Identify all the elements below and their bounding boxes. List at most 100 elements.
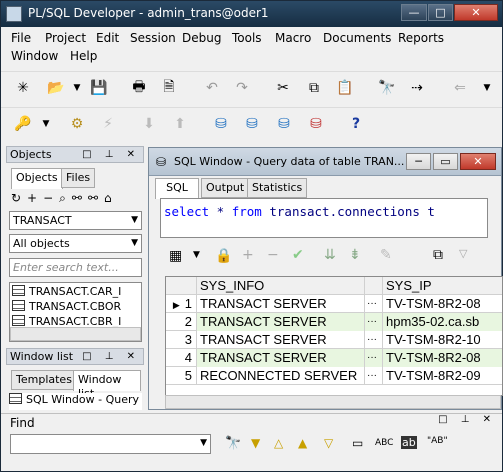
tab-window-list[interactable]: Window list — [73, 370, 141, 400]
table-row[interactable]: ▶ 1 TRANSACT SERVER ··· TV-TSM-8R2-08 — [166, 295, 502, 313]
objects-toolbar-icons[interactable]: ↻+−⌕⚯⚯⌂ — [11, 191, 118, 206]
minimize-button[interactable]: — — [401, 4, 427, 21]
cell-sys-info[interactable]: RECONNECTED SERVER — [197, 367, 365, 385]
list-item[interactable]: TRANSACT.CAR_I — [12, 285, 121, 300]
table-row[interactable]: 3 TRANSACT SERVER ··· TV-TSM-8R2-10 — [166, 331, 502, 349]
goto-dropdown-icon[interactable]: ▼ — [477, 78, 497, 98]
menu-session[interactable]: Session — [130, 31, 176, 45]
post-check-icon[interactable]: ✔ — [292, 247, 304, 263]
menu-tools[interactable]: Tools — [232, 31, 262, 45]
match-case-button[interactable]: ABC — [375, 438, 393, 448]
panel-controls-icon[interactable]: □ ⊥ ✕ — [438, 414, 496, 425]
objects-scrollbar[interactable] — [10, 327, 141, 341]
sql-close-button[interactable]: ✕ — [460, 153, 496, 170]
table-row[interactable]: 5 RECONNECTED SERVER ··· TV-TSM-8R2-09 — [166, 367, 502, 385]
find-previous-up-icon[interactable]: △ — [274, 436, 283, 450]
find-input[interactable]: ▼ — [10, 434, 211, 454]
find-next-down-icon[interactable]: ▼ — [251, 436, 260, 450]
tab-output[interactable]: Output — [201, 178, 250, 198]
sql-db-icon[interactable]: ⛁ — [242, 114, 262, 134]
paste-icon[interactable]: 📋 — [335, 78, 355, 98]
db-connect-icon[interactable]: ⛁ — [274, 114, 294, 134]
key-icon[interactable]: 🔑 — [13, 114, 33, 134]
regex-icon[interactable]: ab — [401, 436, 417, 449]
cell-sys-info[interactable]: TRANSACT SERVER — [197, 313, 365, 331]
copy-icon[interactable]: ⧉ — [304, 78, 324, 98]
menu-documents[interactable]: Documents — [323, 31, 391, 45]
menu-window[interactable]: Window — [11, 49, 58, 63]
schema-select[interactable]: TRANSACT ▼ — [9, 211, 142, 230]
cell-ellipsis-button[interactable]: ··· — [365, 349, 383, 367]
delete-row-icon[interactable]: − — [267, 247, 279, 263]
chevron-down-icon[interactable]: ▽ — [459, 247, 467, 260]
cell-sys-info[interactable]: TRANSACT SERVER — [197, 349, 365, 367]
window-list-item[interactable]: SQL Window - Query — [9, 393, 142, 410]
cell-ellipsis-button[interactable]: ··· — [365, 331, 383, 349]
cell-sys-info[interactable]: TRANSACT SERVER — [197, 295, 365, 313]
menu-edit[interactable]: Edit — [96, 31, 119, 45]
panel-controls-icon[interactable]: □ ⊥ ✕ — [82, 349, 140, 364]
cell-sys-ip[interactable]: TV-TSM-8R2-08 — [383, 295, 502, 313]
grid-layout-dropdown-icon[interactable]: ▼ — [193, 250, 200, 260]
close-button[interactable]: ✕ — [454, 4, 498, 21]
cell-sys-ip[interactable]: TV-TSM-8R2-08 — [383, 349, 502, 367]
open-dropdown-icon[interactable]: ▼ — [67, 78, 87, 98]
sql-editor[interactable]: select * from transact.connections t — [160, 198, 488, 238]
print-icon[interactable]: 🖶 — [129, 78, 149, 98]
find-next-icon[interactable]: ⇢ — [407, 78, 427, 98]
execute-gear-icon[interactable]: ⚙ — [67, 114, 87, 134]
menu-file[interactable]: File — [11, 31, 31, 45]
print-preview-icon[interactable]: 🗎 — [159, 78, 179, 98]
query-by-example-icon[interactable]: ✎ — [380, 247, 392, 263]
maximize-button[interactable]: □ — [428, 4, 453, 21]
whole-word-quoted-button[interactable]: "AB" — [427, 436, 448, 446]
tab-objects[interactable]: Objects — [11, 168, 63, 189]
highlight-up-icon[interactable]: ▲ — [298, 436, 307, 450]
column-header-sys-info[interactable]: SYS_INFO — [197, 277, 365, 295]
panel-controls-icon[interactable]: □ ⊥ ✕ — [82, 147, 140, 162]
grid-horizontal-scrollbar[interactable] — [165, 395, 501, 409]
cell-sys-info[interactable]: TRANSACT SERVER — [197, 331, 365, 349]
cell-sys-ip[interactable]: TV-TSM-8R2-09 — [383, 367, 502, 385]
column-header-sys-ip[interactable]: SYS_IP — [383, 277, 502, 295]
commit-icon[interactable]: ⬇ — [139, 114, 159, 134]
break-icon[interactable]: ⚡ — [98, 114, 118, 134]
rollback-icon[interactable]: ⬆ — [170, 114, 190, 134]
table-row[interactable]: 4 TRANSACT SERVER ··· TV-TSM-8R2-08 — [166, 349, 502, 367]
menu-help[interactable]: Help — [70, 49, 97, 63]
cell-ellipsis-button[interactable]: ··· — [365, 367, 383, 385]
menu-debug[interactable]: Debug — [182, 31, 221, 45]
sql-minimize-button[interactable]: ─ — [406, 153, 431, 170]
highlight-down-icon[interactable]: ▽ — [324, 436, 333, 450]
object-filter-select[interactable]: All objects ▼ — [9, 234, 142, 253]
db-icon[interactable]: ⛁ — [211, 114, 231, 134]
column-ellipsis[interactable] — [365, 277, 383, 295]
fetch-last-icon[interactable]: ⇟ — [349, 247, 361, 263]
cut-icon[interactable]: ✂ — [273, 78, 293, 98]
menu-project[interactable]: Project — [45, 31, 86, 45]
undo-icon[interactable]: ↶ — [202, 78, 222, 98]
menu-macro[interactable]: Macro — [275, 31, 311, 45]
key-dropdown-icon[interactable]: ▼ — [36, 114, 56, 134]
whole-word-icon[interactable]: ▭ — [352, 436, 363, 450]
lock-icon[interactable]: 🔒 — [215, 248, 232, 264]
redo-icon[interactable]: ↷ — [232, 78, 252, 98]
sql-restore-button[interactable]: ▭ — [433, 153, 458, 170]
goto-icon[interactable]: ⇐ — [450, 78, 470, 98]
db-disconnect-icon[interactable]: ⛁ — [306, 114, 326, 134]
find-binoculars-icon[interactable]: 🔭 — [225, 436, 241, 451]
menu-reports[interactable]: Reports — [398, 31, 444, 45]
tab-files[interactable]: Files — [61, 168, 96, 188]
cell-ellipsis-button[interactable]: ··· — [365, 313, 383, 331]
tab-statistics[interactable]: Statistics — [247, 178, 308, 198]
tab-sql[interactable]: SQL — [155, 178, 199, 199]
fetch-next-icon[interactable]: ⇊ — [324, 247, 336, 263]
add-row-icon[interactable]: + — [242, 247, 254, 263]
cell-sys-ip[interactable]: TV-TSM-8R2-10 — [383, 331, 502, 349]
find-icon[interactable]: 🔭 — [377, 78, 397, 98]
new-icon[interactable]: ✳ — [13, 78, 33, 98]
cell-sys-ip[interactable]: hpm35-02.ca.sb — [383, 313, 502, 331]
list-item[interactable]: TRANSACT.CBOR — [12, 300, 121, 315]
open-folder-icon[interactable]: 📂 — [46, 78, 66, 98]
object-search-input[interactable]: Enter search text... — [9, 258, 142, 277]
